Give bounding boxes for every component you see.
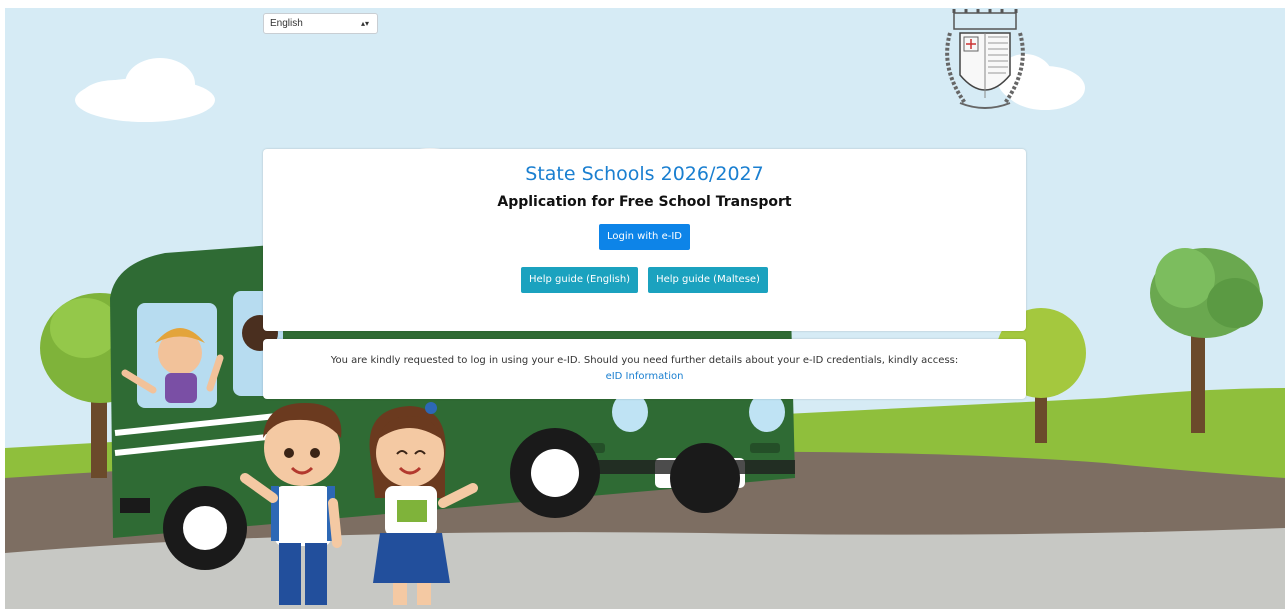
- page-title: State Schools 2026/2027: [525, 163, 764, 185]
- eid-info-message: You are kindly requested to log in using…: [330, 355, 959, 366]
- language-select-value: English: [270, 18, 303, 29]
- page-subtitle: Application for Free School Transport: [497, 194, 792, 210]
- help-guide-row: Help guide (English) Help guide (Maltese…: [263, 267, 1026, 293]
- login-card: State Schools 2026/2027 Application for …: [263, 149, 1026, 331]
- help-guide-maltese-button[interactable]: Help guide (Maltese): [648, 267, 768, 293]
- help-guide-english-button[interactable]: Help guide (English): [521, 267, 639, 293]
- eid-information-link[interactable]: eID Information: [606, 371, 684, 382]
- login-eid-button[interactable]: Login with e-ID: [599, 224, 690, 250]
- language-select[interactable]: English ▴▾: [263, 13, 378, 34]
- eid-info-card: You are kindly requested to log in using…: [263, 339, 1026, 399]
- updown-caret-icon: ▴▾: [360, 19, 369, 28]
